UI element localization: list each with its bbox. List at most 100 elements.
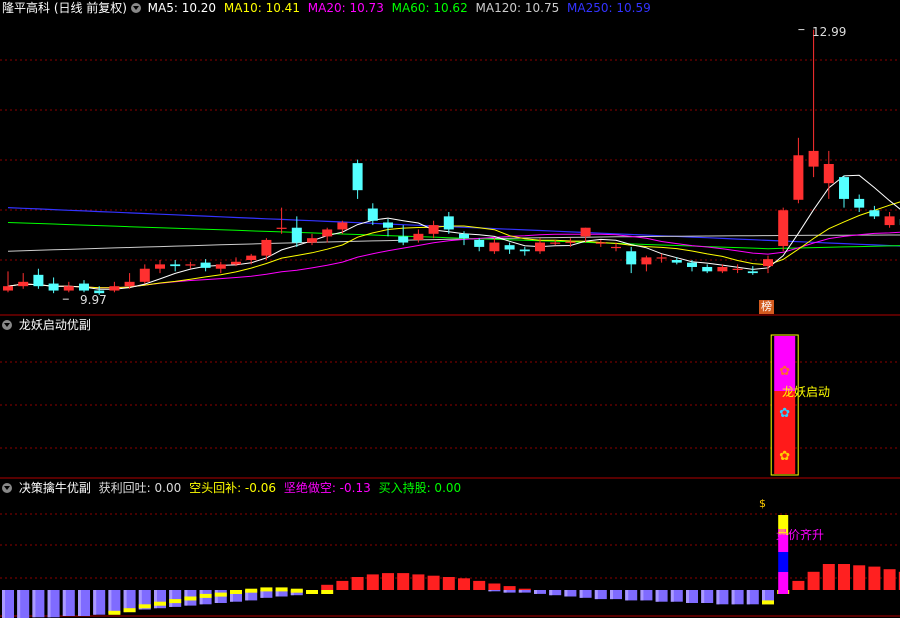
candle-body xyxy=(170,264,181,267)
candle-body xyxy=(246,255,257,260)
ma120-label: MA120: 10.75 xyxy=(475,1,560,15)
hist-bar-blue-highlight xyxy=(655,590,659,602)
candle-body xyxy=(884,216,895,226)
candle-body xyxy=(261,239,272,256)
candle-body xyxy=(3,286,13,291)
panel3-title: 决策擒牛优副 xyxy=(18,481,91,495)
candle-body xyxy=(717,266,728,272)
hist-bar-red xyxy=(458,578,470,590)
candle-body xyxy=(565,241,576,243)
hist-bar-blue-highlight xyxy=(534,590,537,594)
candle-body xyxy=(747,271,758,274)
candle-body xyxy=(124,281,135,287)
candle-body xyxy=(839,177,849,199)
hist-bar-red xyxy=(838,564,850,590)
hist-bar-red xyxy=(336,580,349,590)
profit-taking-label: 获利回吐: 0.00 xyxy=(98,481,182,495)
candle-body xyxy=(763,259,773,267)
hist-bar-red xyxy=(366,574,379,590)
hist-bar-yellow xyxy=(138,604,151,609)
hist-bar-blue-highlight xyxy=(488,590,492,592)
hist-bar-yellow xyxy=(275,587,288,592)
dropdown-icon[interactable] xyxy=(2,320,12,330)
ma5-label: MA5: 10.20 xyxy=(147,1,217,15)
hist-bar-red xyxy=(321,584,334,590)
panel3-header: 决策擒牛优副 获利回吐: 0.00 空头回补: -0.06 坚绝做空: -0.1… xyxy=(2,481,461,495)
hist-bar-red xyxy=(442,577,455,590)
candle-body xyxy=(200,262,211,268)
panel2-header: 龙妖启动优副 xyxy=(2,318,91,332)
hist-bar-blue-highlight xyxy=(625,590,629,601)
hist-bar-blue-highlight xyxy=(579,590,583,598)
butterfly-icon: ✿ xyxy=(779,406,790,421)
candle-body xyxy=(231,261,241,265)
candle-body xyxy=(383,222,393,228)
hist-bar-red xyxy=(822,564,835,590)
hist-bar-yellow xyxy=(108,610,121,615)
hist-bar-red xyxy=(868,566,881,590)
hist-bar-red xyxy=(427,575,440,590)
candle-body xyxy=(443,216,454,230)
candle-body xyxy=(109,286,120,291)
candle-body xyxy=(656,257,667,259)
candle-body xyxy=(307,238,317,243)
hist-bar-red xyxy=(488,583,501,590)
rank-badge[interactable]: 榜 xyxy=(759,300,774,314)
hist-bar-red xyxy=(412,574,425,590)
candle-body xyxy=(398,236,409,243)
high-price-label: 12.99 xyxy=(812,25,847,39)
hist-bar-red xyxy=(503,586,516,590)
dropdown-icon[interactable] xyxy=(130,3,141,13)
hist-bar-blue-highlight xyxy=(610,590,613,600)
decision-histogram xyxy=(2,515,900,618)
candle-body xyxy=(778,210,789,247)
hist-bar-red xyxy=(473,580,486,590)
hist-bar-blue-highlight xyxy=(549,590,553,596)
candle-body xyxy=(671,260,682,263)
stock-title: 隆平高科 (日线 前复权) xyxy=(2,1,127,15)
candle-body xyxy=(823,164,834,184)
hist-bar-yellow xyxy=(260,587,273,592)
candle-body xyxy=(732,268,743,270)
hist-bar-yellow xyxy=(184,596,197,601)
dropdown-icon[interactable] xyxy=(2,483,12,493)
hist-bar-red xyxy=(397,573,410,590)
candle-body xyxy=(155,264,165,269)
candle-body xyxy=(48,283,59,291)
candle-body xyxy=(687,262,697,267)
short-cover-label: 空头回补: -0.06 xyxy=(189,481,276,495)
hist-bar-red xyxy=(853,565,866,590)
hist-bar-yellow xyxy=(169,599,182,604)
candle-body xyxy=(352,163,363,191)
hist-bar-blue-highlight xyxy=(17,590,21,618)
candle-body xyxy=(139,268,150,282)
hist-bar-red xyxy=(518,588,531,590)
ma250-label: MA250: 10.59 xyxy=(567,1,651,15)
candle-body xyxy=(33,274,44,287)
candle-body xyxy=(79,283,89,291)
money-bag-icon: $ xyxy=(759,497,766,510)
hist-bar-red xyxy=(382,573,394,590)
candle-body xyxy=(413,233,424,240)
candle-body xyxy=(459,233,469,239)
panel1-header: 隆平高科 (日线 前复权) MA5: 10.20 MA10: 10.41 MA2… xyxy=(2,1,651,15)
candle-body xyxy=(854,198,865,208)
candle-body xyxy=(276,227,287,229)
signal-segment xyxy=(778,552,789,572)
hist-bar-red xyxy=(351,577,364,590)
candle-body xyxy=(611,246,621,249)
candle-body xyxy=(641,257,652,265)
candle-body xyxy=(580,227,591,237)
hist-bar-blue-highlight xyxy=(716,590,720,605)
hist-bar-yellow xyxy=(230,590,242,594)
buy-hold-label: 买入持股: 0.00 xyxy=(378,481,462,495)
ma20-label: MA20: 10.73 xyxy=(307,1,384,15)
grid-lines xyxy=(0,59,900,617)
hist-bar-yellow xyxy=(321,590,334,594)
candle-body xyxy=(428,225,439,234)
hist-bar-blue-highlight xyxy=(47,590,51,618)
ma60-label: MA60: 10.62 xyxy=(391,1,468,15)
candle-body xyxy=(535,242,545,252)
candle-body xyxy=(185,264,196,266)
hist-bar-blue-highlight xyxy=(169,590,173,607)
